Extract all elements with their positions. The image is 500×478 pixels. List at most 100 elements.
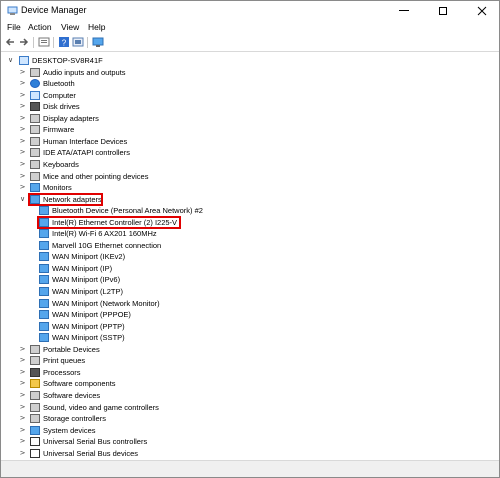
network-adapter-icon	[39, 240, 49, 250]
tree-category[interactable]: > Monitors	[1, 182, 499, 193]
expand-icon[interactable]: >	[19, 91, 26, 99]
category-label: Computer	[43, 90, 76, 100]
toolbar: ?	[1, 34, 499, 52]
scan-icon[interactable]	[72, 36, 84, 48]
tree-category[interactable]: > Print queues	[1, 355, 499, 366]
category-label: Monitors	[43, 183, 72, 193]
network-adapter-item[interactable]: WAN Miniport (PPTP)	[1, 321, 499, 332]
menu-help[interactable]: Help	[88, 21, 105, 33]
category-label: System devices	[43, 425, 96, 435]
category-label: Universal Serial Bus controllers	[43, 437, 148, 447]
network-adapter-icon	[39, 252, 49, 262]
network-adapter-label: Marvell 10G Ethernet connection	[52, 240, 162, 250]
tree-category[interactable]: > Mice and other pointing devices	[1, 171, 499, 182]
expand-icon[interactable]: >	[19, 80, 26, 87]
expand-icon[interactable]: >	[19, 160, 26, 168]
tree-category[interactable]: > Keyboards	[1, 159, 499, 170]
expand-icon[interactable]: >	[19, 68, 26, 76]
expand-icon[interactable]: >	[19, 438, 26, 445]
menu-file[interactable]: File	[7, 21, 21, 33]
network-adapter-item[interactable]: Marvell 10G Ethernet connection	[1, 240, 499, 251]
tree-category[interactable]: > Processors	[1, 367, 499, 378]
tree-category[interactable]: > Human Interface Devices	[1, 136, 499, 147]
expand-icon[interactable]: >	[19, 426, 26, 434]
category-label: Mice and other pointing devices	[43, 171, 149, 181]
network-adapter-icon	[39, 310, 49, 320]
title-bar: Device Manager	[1, 1, 499, 20]
tree-category[interactable]: > Disk drives	[1, 101, 499, 112]
network-adapter-item[interactable]: WAN Miniport (SSTP)	[1, 332, 499, 343]
hid-icon	[30, 136, 40, 146]
network-adapter-item[interactable]: WAN Miniport (PPPOE)	[1, 309, 499, 320]
maximize-icon	[439, 6, 447, 15]
expand-icon[interactable]: >	[19, 368, 26, 376]
expand-icon[interactable]: >	[19, 184, 26, 191]
network-adapter-item[interactable]: Bluetooth Device (Personal Area Network)…	[1, 205, 499, 216]
highlight-box	[28, 192, 103, 207]
expand-icon[interactable]: >	[19, 449, 26, 457]
window-title: Device Manager	[21, 5, 87, 15]
tree-category[interactable]: > Storage controllers	[1, 413, 499, 424]
network-adapter-item[interactable]: WAN Miniport (IKEv2)	[1, 251, 499, 262]
device-tree: ∨ DESKTOP-SV8R41F > Audio inputs and output…	[1, 52, 499, 459]
monitor-icon[interactable]	[92, 36, 104, 48]
network-adapter-label: WAN Miniport (IP)	[52, 263, 113, 273]
tree-category[interactable]: > System devices	[1, 425, 499, 436]
maximize-button[interactable]	[428, 1, 458, 20]
tree-category[interactable]: > Universal Serial Bus controllers	[1, 436, 499, 447]
expand-icon[interactable]: >	[19, 380, 26, 387]
tree-category[interactable]: > Bluetooth	[1, 78, 499, 89]
menu-view[interactable]: View	[61, 21, 79, 33]
properties-icon[interactable]	[38, 36, 50, 48]
tree-category[interactable]: > Audio inputs and outputs	[1, 67, 499, 78]
expand-icon[interactable]: >	[19, 149, 26, 156]
tree-category[interactable]: > Firmware	[1, 124, 499, 135]
network-adapter-label: WAN Miniport (SSTP)	[52, 333, 125, 343]
category-label: Disk drives	[43, 102, 80, 112]
collapse-icon[interactable]: ∨	[7, 57, 14, 64]
network-adapter-icon	[39, 298, 49, 308]
tree-category[interactable]: > Software components	[1, 378, 499, 389]
network-adapter-icon	[39, 321, 49, 331]
expand-icon[interactable]: >	[19, 103, 26, 110]
processor-icon	[30, 367, 40, 377]
network-adapter-label: WAN Miniport (PPTP)	[52, 321, 125, 331]
expand-icon[interactable]: >	[19, 415, 26, 422]
tree-category[interactable]: > Portable Devices	[1, 344, 499, 355]
tree-category[interactable]: > Display adapters	[1, 113, 499, 124]
software-device-icon	[30, 390, 40, 400]
help-icon[interactable]: ?	[58, 36, 70, 48]
category-label: Display adapters	[43, 113, 99, 123]
network-adapter-item[interactable]: WAN Miniport (L2TP)	[1, 286, 499, 297]
minimize-button[interactable]	[389, 1, 419, 20]
expand-icon[interactable]: >	[19, 172, 26, 180]
expand-icon[interactable]: >	[19, 345, 26, 353]
back-icon[interactable]	[4, 36, 16, 48]
expand-icon[interactable]: >	[19, 114, 26, 122]
tree-category[interactable]: > Universal Serial Bus devices	[1, 448, 499, 459]
tree-category[interactable]: > IDE ATA/ATAPI controllers	[1, 147, 499, 158]
tree-category[interactable]: > Sound, video and game controllers	[1, 402, 499, 413]
collapse-icon[interactable]: ∨	[19, 196, 26, 203]
tree-category[interactable]: > Computer	[1, 90, 499, 101]
storage-icon	[30, 414, 40, 424]
expand-icon[interactable]: >	[19, 391, 26, 399]
expand-icon[interactable]: >	[19, 137, 26, 145]
tree-root[interactable]: ∨ DESKTOP-SV8R41F	[1, 55, 499, 66]
tree-category[interactable]: > Software devices	[1, 390, 499, 401]
category-label: Storage controllers	[43, 414, 106, 424]
category-label: Sound, video and game controllers	[43, 402, 159, 412]
computer-icon	[30, 90, 40, 100]
network-adapter-item[interactable]: WAN Miniport (Network Monitor)	[1, 298, 499, 309]
network-adapter-item[interactable]: WAN Miniport (IP)	[1, 263, 499, 274]
expand-icon[interactable]: >	[19, 357, 26, 364]
expand-icon[interactable]: >	[19, 126, 26, 133]
category-label: Audio inputs and outputs	[43, 67, 126, 77]
forward-icon[interactable]	[18, 36, 30, 48]
toolbar-separator	[53, 37, 54, 48]
menu-action[interactable]: Action	[28, 21, 52, 33]
network-adapter-item[interactable]: WAN Miniport (IPv6)	[1, 274, 499, 285]
network-adapter-item[interactable]: Intel(R) Wi-Fi 6 AX201 160MHz	[1, 228, 499, 239]
close-button[interactable]	[467, 1, 497, 20]
expand-icon[interactable]: >	[19, 403, 26, 411]
